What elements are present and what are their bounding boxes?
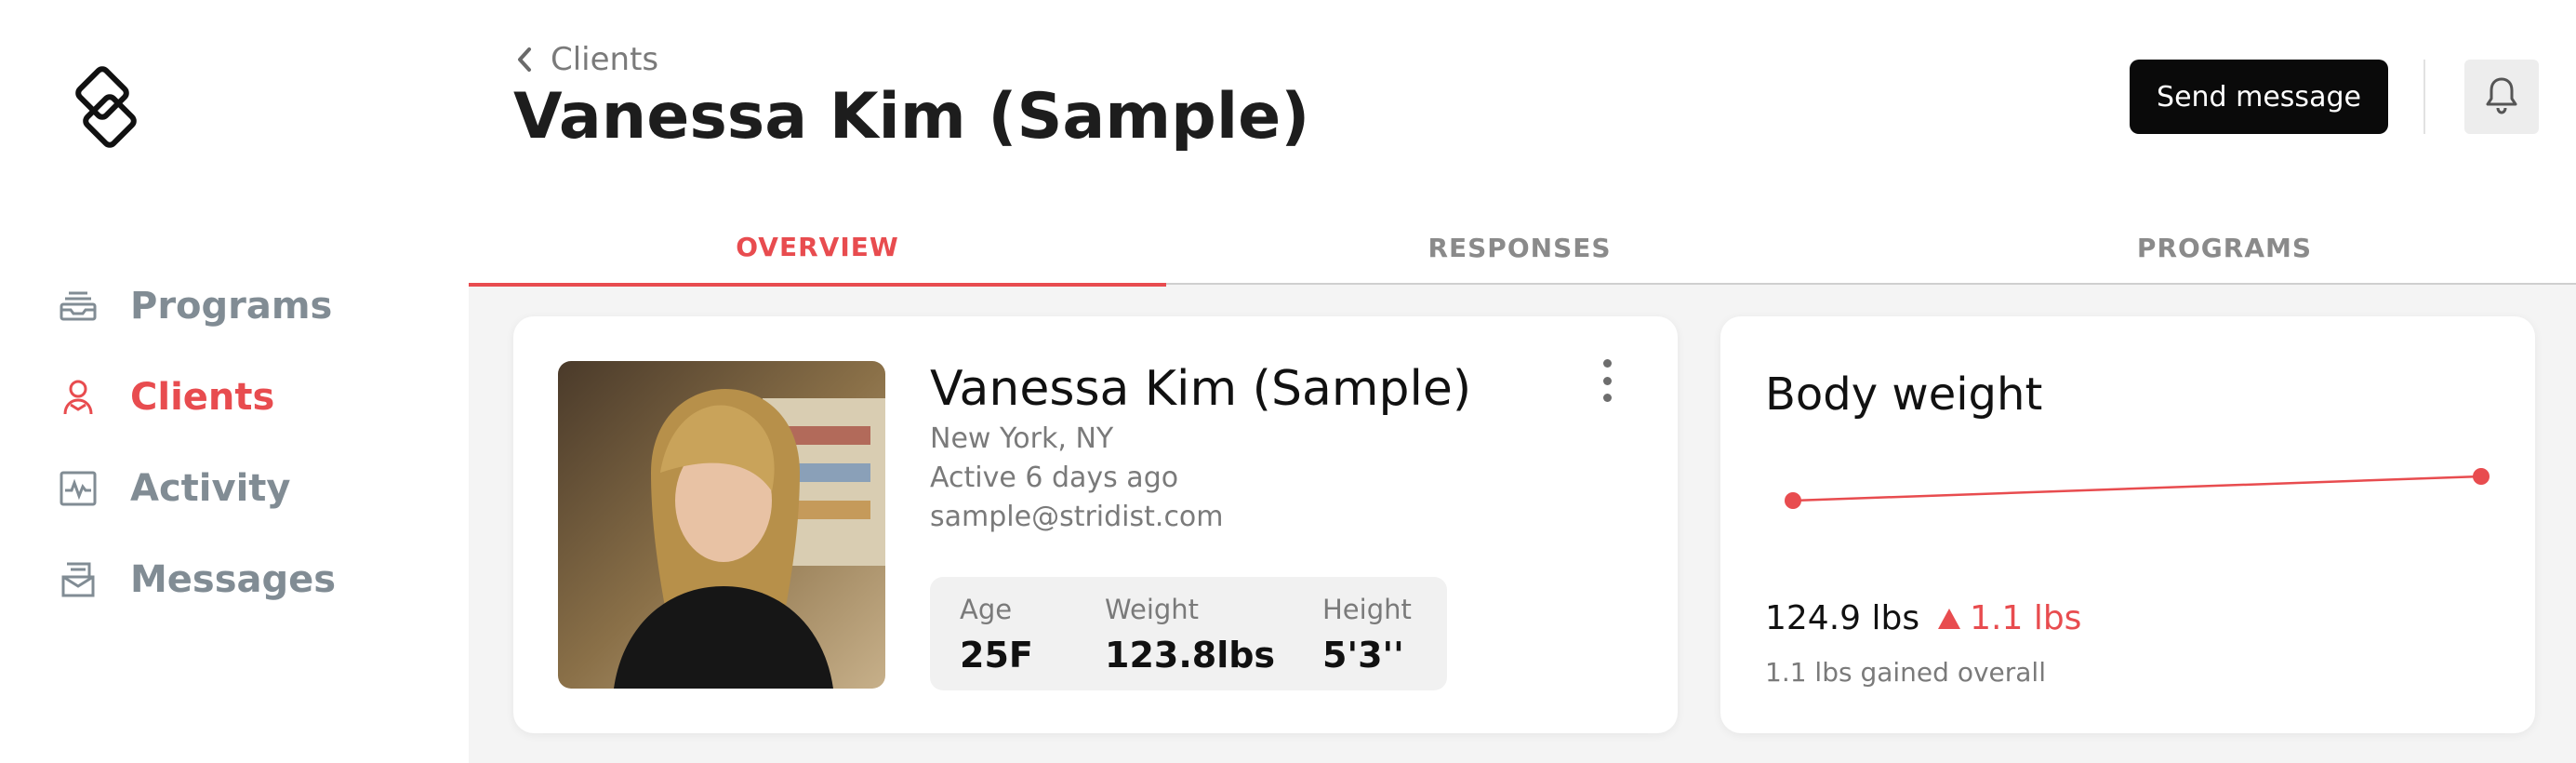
body-weight-title: Body weight [1765, 368, 2043, 421]
stat-value: 123.8lbs [1105, 635, 1276, 676]
send-message-button[interactable]: Send message [2130, 60, 2388, 134]
sidebar-nav: Programs Clients Activity Messages [52, 261, 336, 625]
tab-responses[interactable]: RESPONSES [1166, 210, 1873, 285]
tab-programs[interactable]: PROGRAMS [1873, 210, 2576, 285]
client-location: New York, NY [930, 422, 1114, 455]
client-email[interactable]: sample@stridist.com [930, 501, 1224, 533]
body-weight-delta: 1.1 lbs [1938, 599, 2081, 637]
sidebar-item-activity[interactable]: Activity [52, 443, 336, 534]
sidebar-item-label: Messages [130, 558, 337, 601]
sidebar: Programs Clients Activity Messages [0, 0, 469, 763]
sidebar-item-clients[interactable]: Clients [52, 352, 336, 443]
client-name: Vanessa Kim (Sample) [930, 361, 1472, 417]
triangle-up-icon [1938, 608, 1961, 629]
stat-height: Height 5'3'' [1322, 594, 1412, 676]
tab-bar: OVERVIEW RESPONSES PROGRAMS [469, 210, 2576, 287]
client-stats-panel: Age 25F Weight 123.8lbs Height 5'3'' [930, 577, 1447, 690]
sparkline-line [1792, 475, 2482, 502]
tab-overview[interactable]: OVERVIEW [469, 210, 1166, 287]
sparkline-point [2473, 468, 2490, 485]
body-weight-caption: 1.1 lbs gained overall [1765, 657, 2046, 688]
chevron-left-icon [515, 43, 543, 76]
stat-age: Age 25F [960, 594, 1033, 676]
clients-icon [52, 371, 104, 423]
body-weight-summary-row: 124.9 lbs 1.1 lbs [1765, 599, 2081, 637]
sidebar-item-messages[interactable]: Messages [52, 534, 336, 625]
notifications-button[interactable] [2464, 60, 2539, 134]
more-options-icon[interactable] [1598, 359, 1616, 402]
stat-value: 5'3'' [1322, 635, 1404, 676]
body-weight-card[interactable]: Body weight 124.9 lbs 1.1 lbs 1.1 lbs ga… [1720, 316, 2535, 733]
sparkline-point [1785, 492, 1801, 509]
messages-icon [52, 554, 104, 606]
body-weight-delta-value: 1.1 lbs [1970, 599, 2082, 637]
page-title: Vanessa Kim (Sample) [513, 80, 1310, 154]
bell-icon [2485, 75, 2518, 118]
header-divider [2423, 60, 2425, 134]
main-content: Clients Vanessa Kim (Sample) Send messag… [469, 0, 2576, 763]
client-photo [558, 361, 885, 689]
stat-weight: Weight 123.8lbs [1105, 594, 1275, 676]
body-weight-current: 124.9 lbs [1765, 599, 1920, 637]
client-last-active: Active 6 days ago [930, 462, 1179, 494]
programs-icon [52, 280, 104, 332]
page-header: Clients Vanessa Kim (Sample) Send messag… [469, 0, 2576, 287]
breadcrumb-back-link[interactable]: Clients [515, 41, 658, 78]
sidebar-item-label: Programs [130, 285, 333, 328]
stat-label: Age [960, 594, 1013, 625]
activity-icon [52, 462, 104, 515]
breadcrumb-label: Clients [551, 41, 659, 78]
sidebar-item-label: Activity [130, 467, 291, 510]
app-logo-icon[interactable] [67, 65, 145, 154]
client-profile-card: Vanessa Kim (Sample) New York, NY Active… [513, 316, 1678, 733]
body-weight-sparkline [1785, 468, 2490, 509]
stat-label: Height [1322, 594, 1412, 625]
sidebar-item-programs[interactable]: Programs [52, 261, 336, 352]
stat-label: Weight [1105, 594, 1200, 625]
sidebar-item-label: Clients [130, 376, 275, 419]
stat-value: 25F [960, 635, 1033, 676]
